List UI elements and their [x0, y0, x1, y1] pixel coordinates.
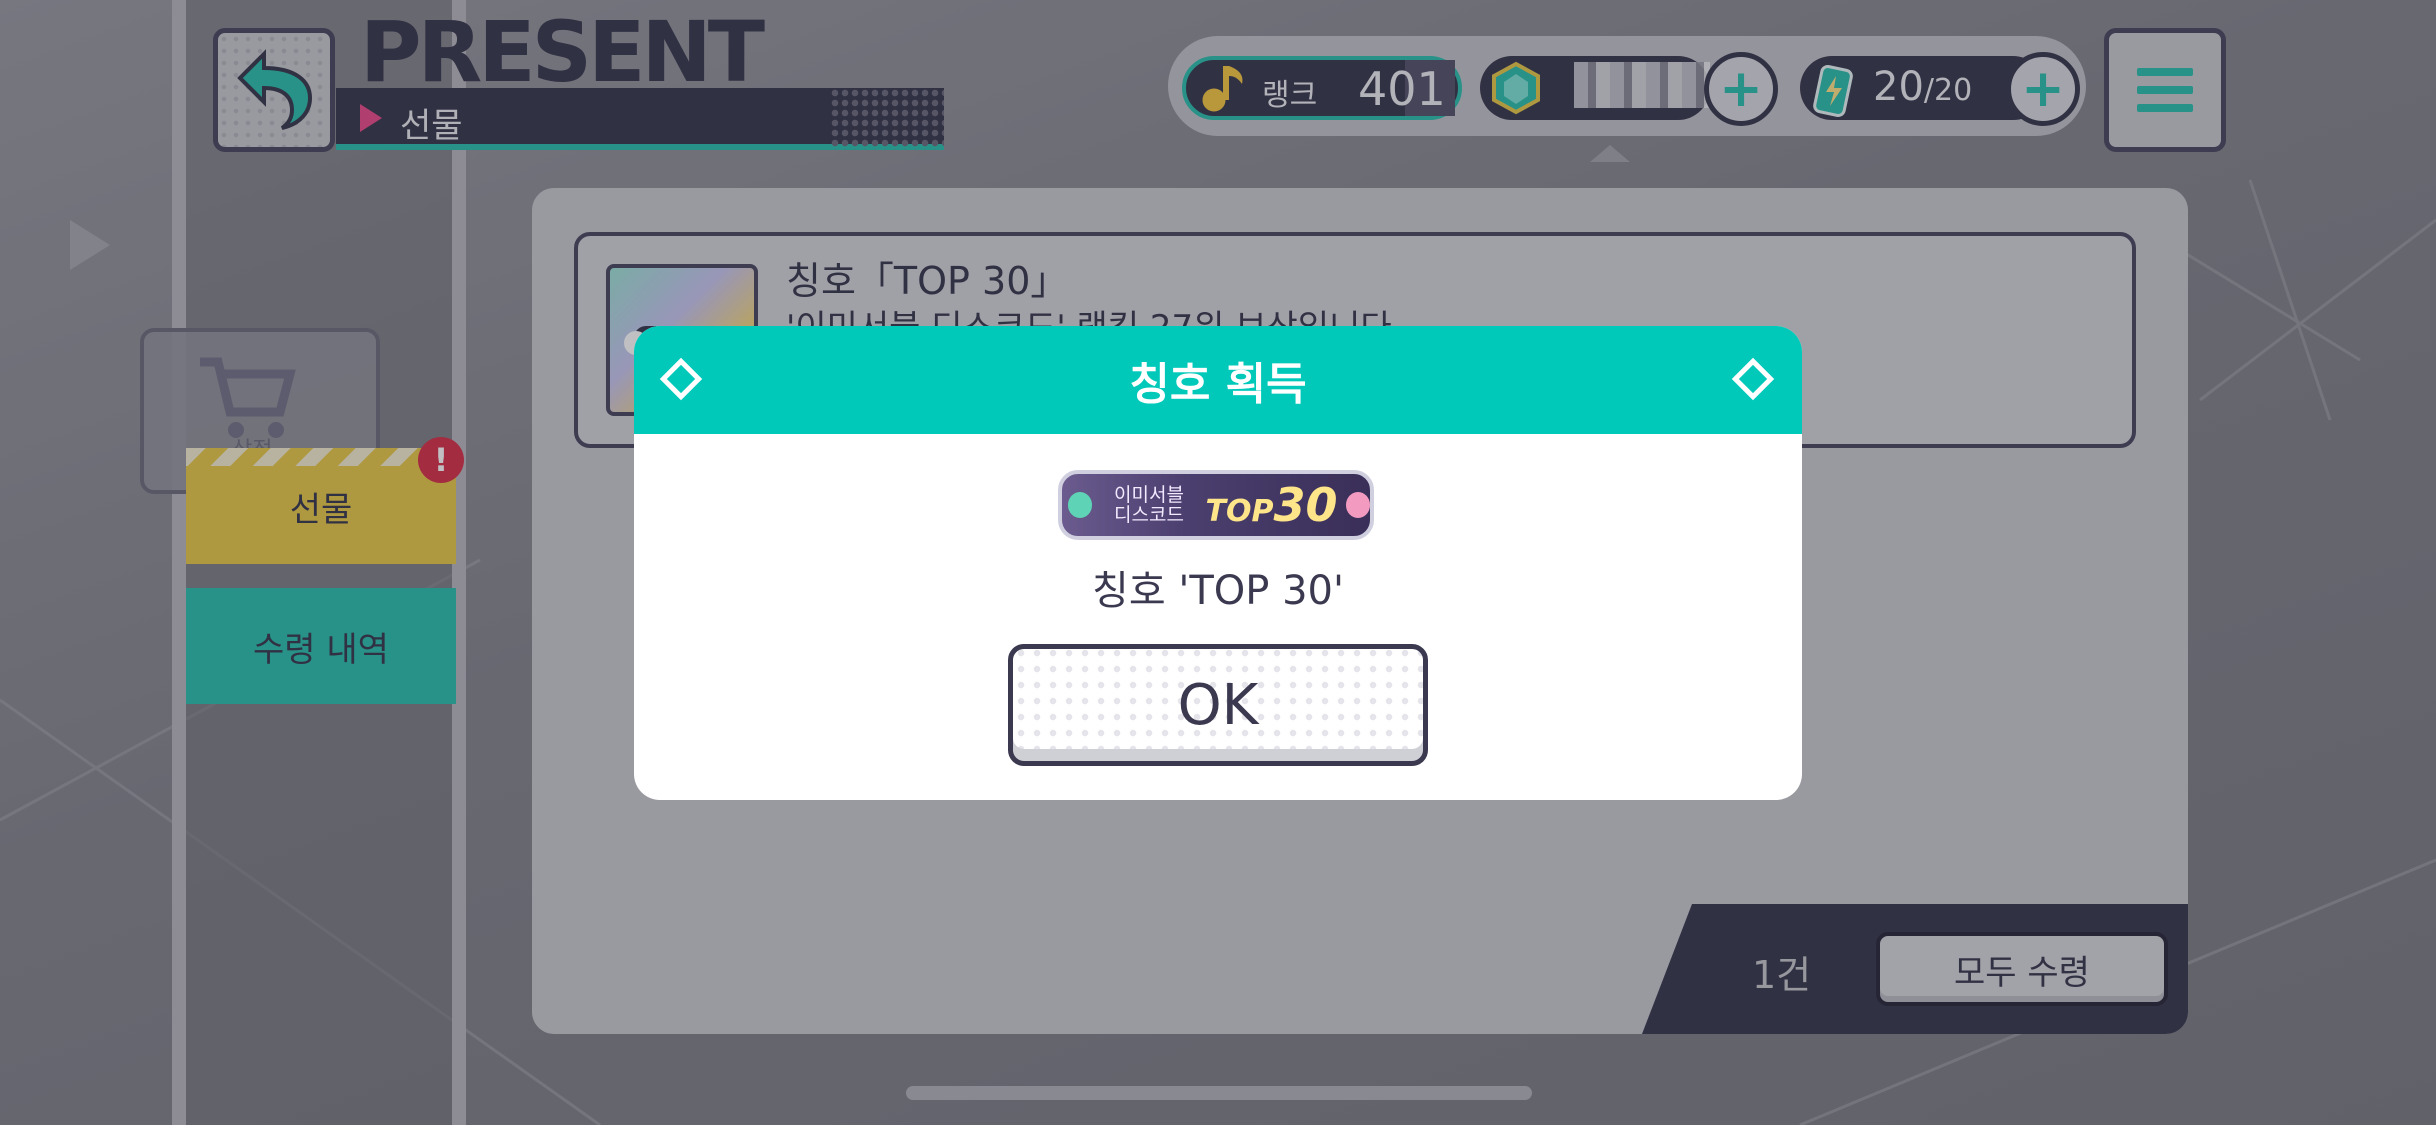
flower-icon: [1068, 492, 1093, 518]
modal-title: 칭호 획득: [1129, 359, 1307, 410]
ok-button[interactable]: OK: [1008, 644, 1428, 766]
modal-header: 칭호 획득: [634, 326, 1802, 434]
badge-subtitle: 이미서블 디스코드: [1114, 484, 1184, 526]
title-badge: 이미서블 디스코드 TOP30: [1058, 470, 1374, 540]
reward-description: 칭호 'TOP 30': [1092, 568, 1344, 614]
flower-icon: [1345, 492, 1370, 518]
badge-rank: TOP30: [1205, 478, 1338, 532]
